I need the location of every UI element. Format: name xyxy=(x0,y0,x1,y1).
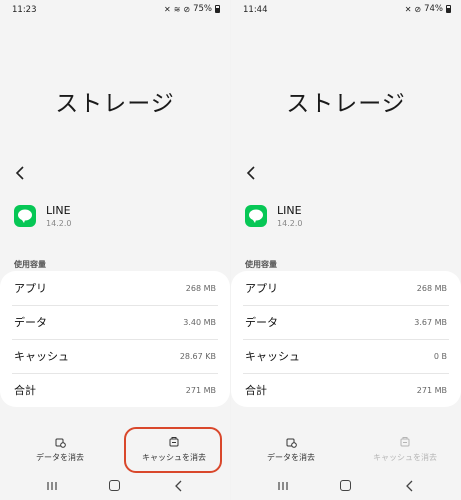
clear-data-button[interactable]: データを消去 xyxy=(10,436,110,463)
app-name: LINE xyxy=(46,204,71,217)
do-not-disturb-icon: ⊘ xyxy=(183,4,191,14)
app-version: 14.2.0 xyxy=(46,219,72,228)
nav-back-icon[interactable] xyxy=(405,480,415,492)
wifi-icon: ≋ xyxy=(173,4,181,14)
status-time: 11:23 xyxy=(12,5,37,15)
home-icon[interactable] xyxy=(109,480,120,491)
app-info: LINE 14.2.0 xyxy=(245,204,302,228)
clear-data-label: データを消去 xyxy=(36,453,84,462)
usage-section-label: 使用容量 xyxy=(245,260,277,269)
bottom-actions: データを消去 キャッシュを消去 xyxy=(231,436,461,470)
status-time: 11:44 xyxy=(243,5,268,15)
app-info: LINE 14.2.0 xyxy=(14,204,71,228)
row-value: 3.40 MB xyxy=(183,317,216,327)
nav-back-icon[interactable] xyxy=(174,480,184,492)
line-app-icon xyxy=(14,205,36,227)
storage-row-app: アプリ 268 MB xyxy=(231,271,461,305)
clear-data-label: データを消去 xyxy=(267,453,315,462)
storage-row-cache: キャッシュ 0 B xyxy=(231,339,461,373)
highlight-annotation xyxy=(124,427,222,473)
row-value: 268 MB xyxy=(185,283,216,293)
status-bar: 11:44 ✕ ⊘ 74% xyxy=(231,4,461,18)
row-value: 3.67 MB xyxy=(414,317,447,327)
do-not-disturb-icon: ⊘ xyxy=(414,4,422,14)
row-label: データ xyxy=(245,316,278,329)
home-icon[interactable] xyxy=(340,480,351,491)
clear-cache-button-disabled: キャッシュを消去 xyxy=(355,436,455,463)
recents-icon[interactable] xyxy=(277,481,289,491)
page-title: ストレージ xyxy=(286,91,406,117)
row-value: 271 MB xyxy=(185,385,216,395)
row-value: 28.67 KB xyxy=(179,351,216,361)
app-name: LINE xyxy=(277,204,302,217)
clear-cache-label: キャッシュを消去 xyxy=(373,453,437,462)
app-version: 14.2.0 xyxy=(277,219,303,228)
clear-cache-icon xyxy=(400,437,410,447)
storage-row-data: データ 3.40 MB xyxy=(0,305,230,339)
status-icons: ✕ ⊘ 74% xyxy=(405,4,451,14)
row-label: アプリ xyxy=(245,282,278,295)
row-label: アプリ xyxy=(14,282,47,295)
battery-icon xyxy=(215,5,220,13)
navigation-bar xyxy=(231,478,461,494)
screenshot-pair: 11:23 ✕ ≋ ⊘ 75% ストレージ LINE 14.2.0 使用容量 ア… xyxy=(0,0,461,500)
mute-icon: ✕ xyxy=(404,4,412,14)
line-app-icon xyxy=(245,205,267,227)
battery-level: 74% xyxy=(424,4,443,14)
battery-level: 75% xyxy=(193,4,212,14)
status-icons: ✕ ≋ ⊘ 75% xyxy=(164,4,220,14)
battery-icon xyxy=(446,5,451,13)
storage-row-app: アプリ 268 MB xyxy=(0,271,230,305)
chevron-left-icon xyxy=(246,166,255,180)
row-label: データ xyxy=(14,316,47,329)
clear-data-icon xyxy=(55,438,66,448)
navigation-bar xyxy=(0,478,230,494)
back-button[interactable] xyxy=(12,164,30,182)
mute-icon: ✕ xyxy=(163,4,171,14)
storage-usage-card: アプリ 268 MB データ 3.67 MB キャッシュ 0 B 合計 271 … xyxy=(231,271,461,407)
storage-usage-card: アプリ 268 MB データ 3.40 MB キャッシュ 28.67 KB 合計… xyxy=(0,271,230,407)
row-value: 268 MB xyxy=(416,283,447,293)
clear-data-button[interactable]: データを消去 xyxy=(241,436,341,463)
storage-row-total: 合計 271 MB xyxy=(0,373,230,407)
chevron-left-icon xyxy=(15,166,24,180)
row-value: 0 B xyxy=(433,351,447,361)
clear-data-icon xyxy=(286,438,297,448)
usage-section-label: 使用容量 xyxy=(14,260,46,269)
page-title: ストレージ xyxy=(55,91,175,117)
row-value: 271 MB xyxy=(416,385,447,395)
recents-icon[interactable] xyxy=(46,481,58,491)
row-label: キャッシュ xyxy=(14,350,69,363)
storage-row-cache: キャッシュ 28.67 KB xyxy=(0,339,230,373)
row-label: 合計 xyxy=(245,384,267,397)
back-button[interactable] xyxy=(243,164,261,182)
row-label: 合計 xyxy=(14,384,36,397)
storage-row-data: データ 3.67 MB xyxy=(231,305,461,339)
status-bar: 11:23 ✕ ≋ ⊘ 75% xyxy=(0,4,230,18)
storage-screen-before: 11:23 ✕ ≋ ⊘ 75% ストレージ LINE 14.2.0 使用容量 ア… xyxy=(0,0,230,500)
storage-row-total: 合計 271 MB xyxy=(231,373,461,407)
storage-screen-after: 11:44 ✕ ⊘ 74% ストレージ LINE 14.2.0 使用容量 アプリ… xyxy=(231,0,461,500)
row-label: キャッシュ xyxy=(245,350,300,363)
